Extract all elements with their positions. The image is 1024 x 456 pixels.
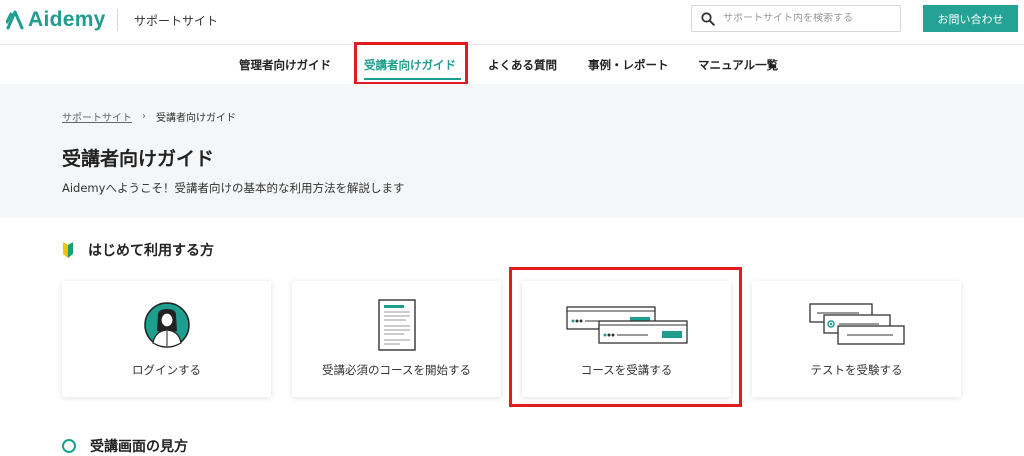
main-nav: 管理者向けガイド 受講者向けガイド よくある質問 事例・レポート マニュアル一覧 — [0, 46, 1024, 84]
hero-section: サポートサイト › 受講者向けガイド 受講者向けガイド Aidemyへようこそ！… — [0, 84, 1024, 218]
card-login[interactable]: ログインする — [62, 281, 271, 397]
search-input[interactable] — [723, 13, 893, 24]
card-label: ログインする — [132, 363, 201, 377]
site-name[interactable]: サポートサイト — [134, 12, 218, 29]
nav-item-manuals[interactable]: マニュアル一覧 — [698, 57, 778, 73]
next-section-title: 受講画面の見方 — [90, 439, 188, 455]
card-take-test[interactable]: テストを受験する — [752, 281, 961, 397]
card-start-required-course[interactable]: 受講必須のコースを開始する — [292, 281, 501, 397]
contact-button[interactable]: お問い合わせ — [923, 5, 1018, 32]
beginner-mark-icon — [63, 242, 73, 258]
page-description: Aidemyへようこそ！受講者向けの基本的な利用方法を解説します — [62, 181, 405, 195]
card-label: テストを受験する — [810, 363, 903, 377]
highlight-box-nav — [354, 42, 468, 85]
search-box[interactable] — [691, 5, 901, 32]
circle-icon — [62, 439, 76, 453]
site-header: Aidemy サポートサイト お問い合わせ — [0, 0, 1024, 45]
search-icon[interactable] — [701, 11, 715, 26]
section-heading: はじめて利用する方 — [62, 240, 214, 260]
nav-item-admin-guide[interactable]: 管理者向けガイド — [239, 57, 331, 73]
page-title: 受講者向けガイド — [62, 148, 215, 170]
header-divider — [117, 9, 118, 31]
aidemy-logo-icon — [6, 10, 24, 30]
breadcrumb-current: 受講者向けガイド — [156, 113, 236, 124]
breadcrumb: サポートサイト › 受講者向けガイド — [62, 109, 236, 124]
breadcrumb-home-link[interactable]: サポートサイト — [62, 109, 132, 124]
card-label: 受講必須のコースを開始する — [322, 363, 471, 377]
breadcrumb-separator-icon: › — [142, 111, 146, 122]
section-title: はじめて利用する方 — [88, 243, 214, 259]
test-windows-icon — [808, 303, 905, 345]
nav-item-faq[interactable]: よくある質問 — [488, 57, 557, 73]
document-icon — [377, 299, 416, 351]
next-section-heading: 受講画面の見方 — [62, 436, 188, 456]
highlight-box-card — [509, 267, 742, 407]
logo[interactable]: Aidemy — [6, 8, 106, 32]
logo-text: Aidemy — [28, 8, 106, 31]
login-person-icon — [143, 302, 190, 348]
nav-item-case-reports[interactable]: 事例・レポート — [588, 57, 669, 73]
